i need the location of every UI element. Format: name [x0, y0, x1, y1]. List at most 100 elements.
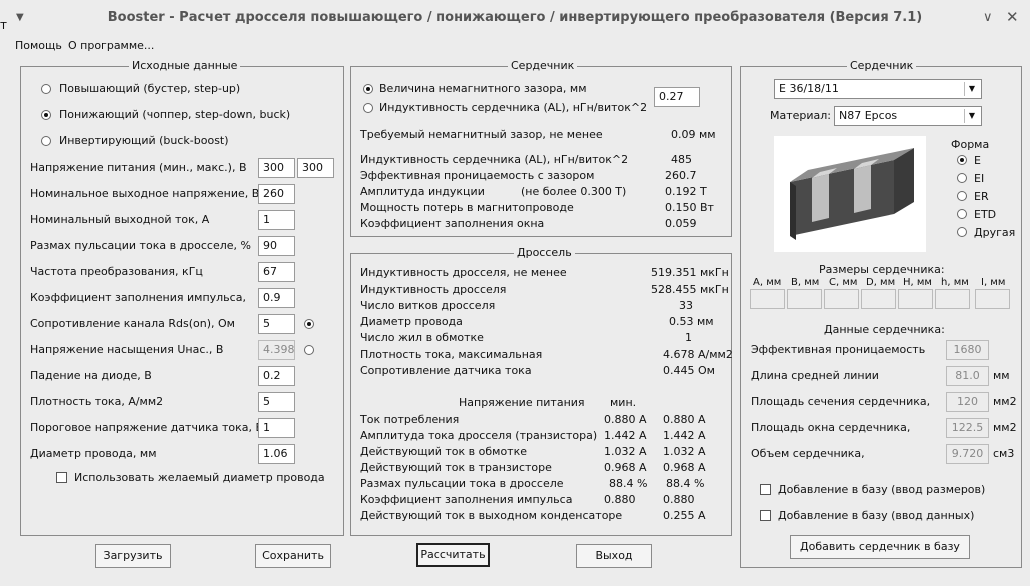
wire-diameter-input[interactable]: 1.06 [258, 444, 295, 464]
iout-input[interactable]: 1 [258, 210, 295, 230]
vout-label: Номинальное выходное напряжение, В [30, 187, 260, 200]
dim-header-i: I, мм [981, 277, 1006, 288]
sense-voltage-input[interactable]: 1 [258, 418, 295, 438]
al-option-label: Индуктивность сердечника (AL), нГн/виток… [379, 101, 648, 114]
title-bar: ▼ Booster - Расчет дросселя повышающего … [0, 0, 1030, 36]
shape-other-label: Другая [974, 226, 1016, 239]
shape-other-radio[interactable] [957, 227, 967, 237]
param-label: Площадь сечения сердечника, [751, 395, 931, 408]
add-core-button[interactable]: Добавить сердечник в базу [790, 535, 970, 559]
table-row-label: Амплитуда тока дросселя (транзистора) [360, 429, 598, 442]
strands-value: 1 [685, 331, 692, 344]
wire-diameter-label: Диаметр провода, мм [30, 447, 157, 460]
table-row-label: Ток потребления [360, 413, 460, 426]
table-row-label: Действующий ток в выходном конденсаторе [360, 509, 623, 522]
shape-e-radio[interactable] [957, 155, 967, 165]
table-row-label: Действующий ток в транзисторе [360, 461, 552, 474]
param-label: Длина средней линии [751, 369, 879, 382]
usat-input[interactable]: 4.398 [258, 340, 295, 360]
load-button[interactable]: Загрузить [95, 544, 171, 568]
add-data-checkbox[interactable] [760, 510, 771, 521]
dim-header-h: H, мм [903, 277, 932, 288]
supply-max-input[interactable]: 300 [297, 158, 334, 178]
core-al-label: Индуктивность сердечника (AL), нГн/виток… [360, 153, 629, 166]
usat-radio[interactable] [304, 345, 314, 355]
vout-input[interactable]: 260 [258, 184, 295, 204]
choke-title: Дроссель [514, 246, 575, 259]
table-row-min: 1.442 А [604, 429, 647, 442]
table-row-label: Размах пульсации тока в дросселе [360, 477, 564, 490]
strands-label: Число жил в обмотке [360, 331, 484, 344]
param-area-input[interactable]: 120 [946, 392, 989, 412]
frequency-input[interactable]: 67 [258, 262, 295, 282]
duty-input[interactable]: 0.9 [258, 288, 295, 308]
gap-option-radio[interactable] [363, 84, 373, 94]
rds-radio[interactable] [304, 319, 314, 329]
table-row-min: 0.968 А [604, 461, 647, 474]
required-gap-value: 0.09 мм [671, 128, 716, 141]
material-select[interactable]: N87 Epcos ▼ [834, 106, 982, 126]
mode-buck-radio[interactable] [41, 110, 51, 120]
exit-button[interactable]: Выход [576, 544, 652, 568]
table-row-max: 88.4 % [666, 477, 705, 490]
shape-er-radio[interactable] [957, 191, 967, 201]
diode-drop-label: Падение на диоде, В [30, 369, 152, 382]
choke-l-value: 528.455 мкГн [651, 283, 729, 296]
save-button[interactable]: Сохранить [255, 544, 331, 568]
supply-min-input[interactable]: 300 [258, 158, 295, 178]
dim-i-input[interactable] [975, 289, 1010, 309]
dim-h-small-input[interactable] [935, 289, 970, 309]
diode-drop-input[interactable]: 0.2 [258, 366, 295, 386]
ripple-input[interactable]: 90 [258, 236, 295, 256]
dim-h-input[interactable] [898, 289, 933, 309]
param-volume-input[interactable]: 9.720 [946, 444, 989, 464]
menu-about[interactable]: О программе... [68, 39, 154, 52]
dim-header-a: A, мм [753, 277, 782, 288]
param-unit: см3 [993, 447, 1015, 460]
rds-input[interactable]: 5 [258, 314, 295, 334]
mode-boost-radio[interactable] [41, 84, 51, 94]
al-option-radio[interactable] [363, 103, 373, 113]
param-mu-input[interactable]: 1680 [946, 340, 989, 360]
rds-label: Сопротивление канала Rds(on), Ом [30, 317, 235, 330]
param-length-input[interactable]: 81.0 [946, 366, 989, 386]
shape-ei-radio[interactable] [957, 173, 967, 183]
dim-c-input[interactable] [824, 289, 859, 309]
core-type-select[interactable]: E 36/18/11 ▼ [774, 79, 982, 99]
add-dims-checkbox[interactable] [760, 484, 771, 495]
frequency-label: Частота преобразования, кГц [30, 265, 203, 278]
menu-bar: Помощь О программе... [0, 37, 1030, 55]
gap-input[interactable]: 0.27 [654, 87, 700, 107]
eff-permeability-value: 260.7 [665, 169, 697, 182]
close-icon[interactable]: ✕ [1006, 8, 1019, 26]
table-row-max: 0.880 [663, 493, 695, 506]
table-row-max: 1.442 А [663, 429, 706, 442]
dim-header-b: B, мм [791, 277, 820, 288]
core-image [774, 136, 926, 252]
use-wire-checkbox[interactable] [56, 472, 67, 483]
core-al-value: 485 [671, 153, 692, 166]
minimize-icon[interactable]: ∨ [983, 10, 993, 25]
input-data-group: Исходные данные Повышающий (бустер, step… [20, 59, 344, 536]
mode-buckboost-radio[interactable] [41, 136, 51, 146]
shape-er-label: ER [974, 190, 989, 203]
current-density-input[interactable]: 5 [258, 392, 295, 412]
table-row-label: Коэффициент заполнения импульса [360, 493, 573, 506]
param-unit: мм [993, 369, 1010, 382]
dim-d-input[interactable] [861, 289, 896, 309]
dim-header-h-small: h, мм [941, 277, 969, 288]
param-window-input[interactable]: 122.5 [946, 418, 989, 438]
dim-a-input[interactable] [750, 289, 785, 309]
table-row-min: 88.4 % [609, 477, 648, 490]
iout-label: Номинальный выходной ток, А [30, 213, 210, 226]
chevron-down-icon: ▼ [964, 82, 979, 96]
table-row-label: Действующий ток в обмотке [360, 445, 527, 458]
add-dims-label: Добавление в базу (ввод размеров) [778, 483, 986, 496]
menu-help[interactable]: Помощь [15, 39, 62, 52]
table-row-max: 1.032 А [663, 445, 706, 458]
stray-text: т [0, 18, 7, 32]
dim-b-input[interactable] [787, 289, 822, 309]
shape-etd-radio[interactable] [957, 209, 967, 219]
flux-amplitude-label: Амплитуда индукции [360, 185, 485, 198]
calculate-button[interactable]: Рассчитать [416, 543, 490, 567]
